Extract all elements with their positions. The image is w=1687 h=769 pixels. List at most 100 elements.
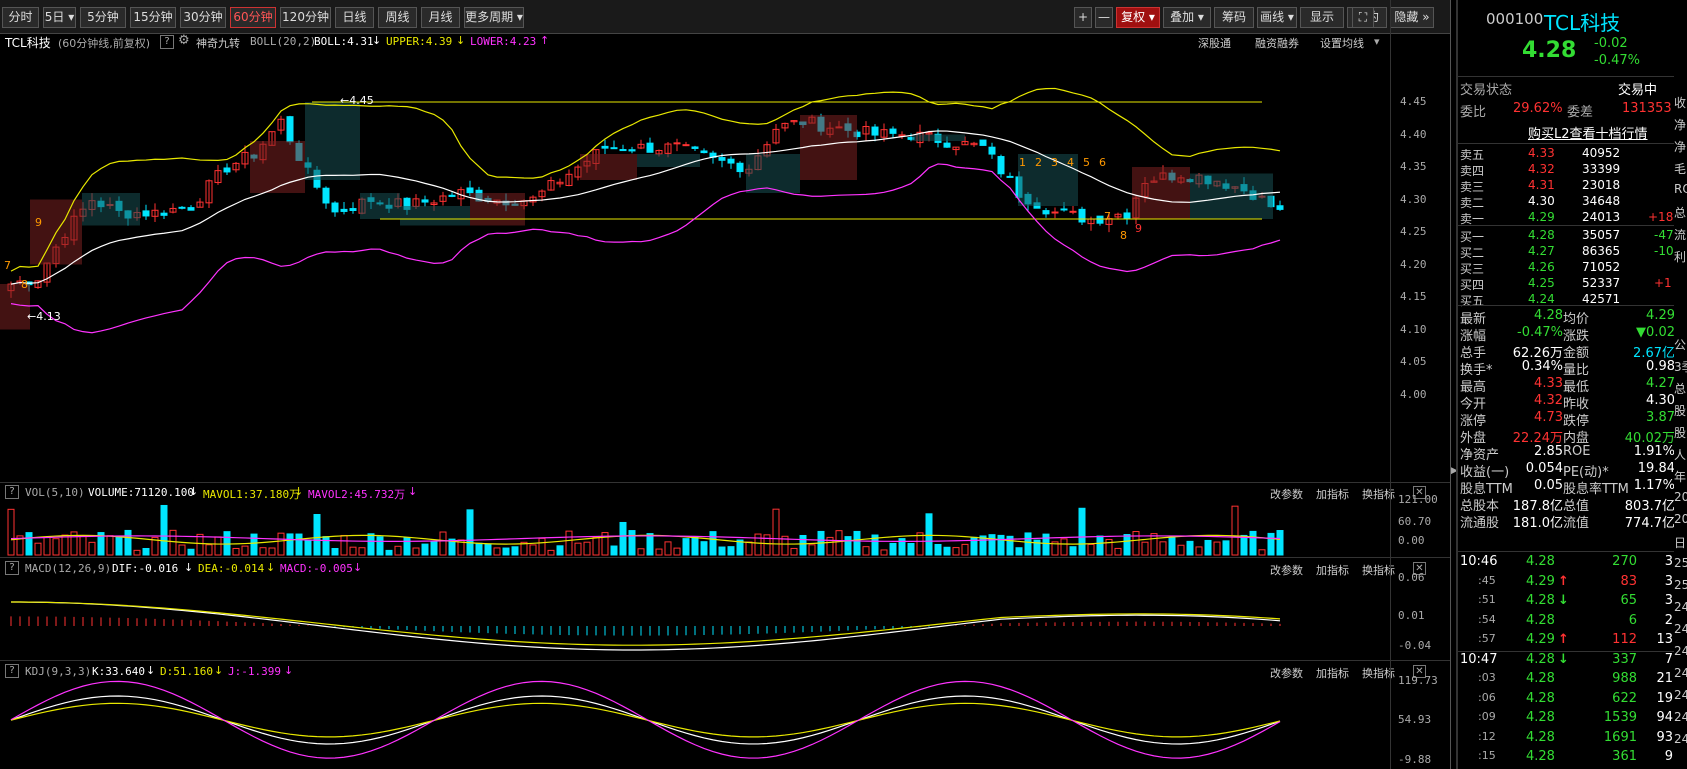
volume-bar [1069,546,1077,556]
link-edit-params[interactable]: 改参数 [1270,665,1303,681]
kline-chart-area[interactable] [0,0,1450,769]
edge-label: 20 [1674,490,1687,504]
stat-value: 2.85 [1534,444,1563,459]
tick-time: 10:46 [1460,554,1498,569]
stat-row: 外盘 22.24万 内盘 40.02万 [1458,427,1687,446]
link-edit-params[interactable]: 改参数 [1270,562,1303,578]
edge-label: 24 [1674,688,1687,702]
candle [691,145,699,152]
candle [43,262,51,287]
vol-mavol1: MAVOL1:37.180万 [203,488,301,501]
tick-row: :51 4.28 ↓ 65 3 [1458,593,1687,611]
candle [286,115,294,145]
weibi-value: 29.62% [1513,101,1563,116]
vol-title: VOL(5,10) [25,486,85,499]
link-edit-params[interactable]: 改参数 [1270,486,1303,502]
edge-label: 股 [1674,404,1687,418]
link-add-indicator[interactable]: 加指标 [1316,486,1349,502]
arrow-icon: ↓ [214,664,224,677]
edge-label: 总 [1674,206,1687,220]
volume-bar [835,530,843,556]
stat-value: 4.73 [1534,410,1563,425]
help-icon[interactable]: ? [5,664,19,678]
price-change-pct: -0.47% [1594,53,1640,68]
volume-bar [1141,541,1149,556]
volume-bar [1042,533,1050,556]
kdj-d: D:51.160 [160,665,213,678]
tick-count: 94 [1656,710,1673,725]
candle [187,205,195,211]
volume-bar [331,548,339,556]
y-tick-label: 0.01 [1398,609,1425,622]
l2-upgrade-link[interactable]: 购买L2查看十档行情 [1528,123,1648,142]
level-label: 卖三 [1460,180,1485,194]
candle [232,162,240,173]
stat-label: ROE [1563,444,1591,459]
candle [1069,206,1077,215]
link-add-indicator[interactable]: 加指标 [1316,665,1349,681]
trade-status-row: 交易状态 交易中 [1458,79,1687,98]
volume-bar [772,508,780,556]
signal-box [305,102,360,180]
candle [322,186,330,209]
link-add-indicator[interactable]: 加指标 [1316,562,1349,578]
level-volume: 86365 [1582,244,1621,258]
tick-volume: 112 [1612,632,1637,647]
candle [556,178,564,188]
volume-bar [268,547,276,556]
volume-bar [1267,532,1275,556]
level-price: 4.29 [1528,210,1555,224]
count-label: 7 [4,259,11,272]
count-label: 3 [1051,156,1058,169]
volume-bar [160,504,168,556]
volume-bar [907,542,915,556]
divider [0,482,1450,483]
count-label: 2 [1035,156,1042,169]
tick-volume: 270 [1612,554,1637,569]
volume-bar [88,541,96,556]
y-tick-label: 4.05 [1400,355,1427,368]
stat-value: 4.32 [1534,393,1563,408]
help-icon[interactable]: ? [5,485,19,499]
last-price: 4.28 [1522,38,1577,63]
level-price: 4.24 [1528,292,1555,306]
volume-bar [1060,538,1068,556]
volume-bar [1150,533,1158,556]
volume-bar [277,532,285,556]
tick-price: 4.28 [1526,729,1555,745]
tick-price: 4.28 [1526,612,1555,628]
edge-label: 人 [1674,448,1687,462]
help-icon[interactable]: ? [5,561,19,575]
candle [331,201,339,217]
volume-bar [1258,549,1266,556]
arrow-icon: ↓ [184,561,194,574]
volume-bar [322,536,330,556]
tick-row: :06 4.28 622 19 [1458,691,1687,709]
volume-bar [1231,505,1239,556]
signal-box [470,193,525,226]
level-price: 4.31 [1528,178,1555,192]
volume-bar [187,548,195,556]
candle [340,201,348,215]
level-volume: 40952 [1582,146,1621,160]
level-label: 买五 [1460,294,1485,308]
volume-bar [367,533,375,556]
level-change: +1 [1654,276,1672,290]
tick-row: :12 4.28 1691 93 [1458,730,1687,748]
tick-time: :03 [1478,671,1496,684]
volume-bar [853,530,861,556]
y-tick-label: -9.88 [1398,753,1432,766]
level-price: 4.25 [1528,276,1555,290]
volume-bar [43,536,51,556]
arrow-icon: ↓ [294,485,304,498]
edge-label: 24 [1674,710,1687,724]
boll-lower-line [10,163,1281,334]
divider [0,660,1450,661]
volume-bar [1159,541,1167,556]
edge-label: 24 [1674,622,1687,636]
candle [862,121,870,141]
tick-row: 10:47 4.28 ↓ 337 7 [1458,652,1687,670]
volume-bar [502,547,510,556]
tick-arrow-icon: ↑ [1558,632,1569,647]
y-tick-label: 0.06 [1398,571,1425,584]
